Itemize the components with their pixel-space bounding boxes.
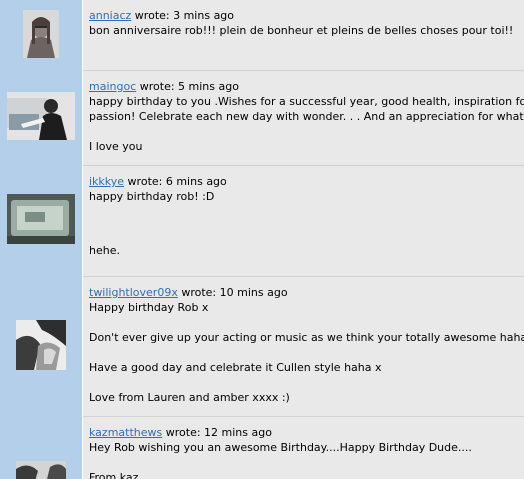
- avatar[interactable]: [7, 194, 75, 244]
- avatar-photo-icon: [16, 461, 66, 479]
- comment-body: ikkkye wrote: 6 mins ago happy birthday …: [83, 166, 524, 277]
- username-link[interactable]: maingoc: [89, 80, 136, 93]
- comment-header: twilightlover09x wrote: 10 mins ago: [89, 286, 524, 300]
- comment-header: maingoc wrote: 5 mins ago: [89, 80, 524, 94]
- comment-item: ikkkye wrote: 6 mins ago happy birthday …: [0, 166, 524, 277]
- comment-spacer: [89, 455, 524, 470]
- comment-spacer: [89, 345, 524, 360]
- comment-text: passion! Celebrate each new day with won…: [89, 110, 524, 123]
- avatar[interactable]: [23, 10, 59, 58]
- comment-spacer: [89, 204, 524, 243]
- comment-text: Have a good day and celebrate it Cullen …: [89, 361, 382, 374]
- comment-header: ikkkye wrote: 6 mins ago: [89, 175, 524, 189]
- avatar-column: [0, 417, 83, 479]
- comment-meta: wrote: 6 mins ago: [124, 175, 227, 188]
- comment-text: I love you: [89, 140, 143, 153]
- avatar-column: [0, 166, 83, 277]
- comment-text: Don't ever give up your acting or music …: [89, 331, 524, 344]
- avatar[interactable]: [7, 92, 75, 140]
- comment-item: twilightlover09x wrote: 10 mins ago Happ…: [0, 277, 524, 417]
- comment-body: anniacz wrote: 3 mins ago bon anniversai…: [83, 0, 524, 71]
- avatar[interactable]: [16, 320, 66, 370]
- comment-body: kazmatthews wrote: 12 mins ago Hey Rob w…: [83, 417, 524, 479]
- avatar-photo-icon: [23, 10, 59, 58]
- comment-text: Hey Rob wishing you an awesome Birthday.…: [89, 441, 472, 454]
- comment-meta: wrote: 12 mins ago: [162, 426, 272, 439]
- username-link[interactable]: anniacz: [89, 9, 131, 22]
- comment-meta: wrote: 10 mins ago: [177, 286, 288, 299]
- comment-text: bon anniversaire rob!!! plein de bonheur…: [89, 24, 514, 37]
- comment-item: anniacz wrote: 3 mins ago bon anniversai…: [0, 0, 524, 71]
- username-link[interactable]: kazmatthews: [89, 426, 162, 439]
- avatar-photo-icon: [16, 320, 66, 370]
- comment-text: happy birthday to you .Wishes for a succ…: [89, 95, 524, 108]
- username-link[interactable]: ikkkye: [89, 175, 124, 188]
- comment-spacer: [89, 315, 524, 330]
- comment-body: maingoc wrote: 5 mins ago happy birthday…: [83, 71, 524, 166]
- avatar-column: [0, 277, 83, 417]
- comment-text: Love from Lauren and amber xxxx :): [89, 391, 290, 404]
- avatar[interactable]: [16, 461, 66, 479]
- comment-text: happy birthday rob! :D: [89, 190, 215, 203]
- avatar-photo-icon: [7, 92, 75, 140]
- comment-feed: anniacz wrote: 3 mins ago bon anniversai…: [0, 0, 524, 479]
- comment-body: twilightlover09x wrote: 10 mins ago Happ…: [83, 277, 524, 417]
- comment-spacer: [89, 375, 524, 390]
- comment-text: hehe.: [89, 244, 120, 257]
- avatar-column: [0, 71, 83, 166]
- avatar-column: [0, 0, 83, 71]
- comment-header: anniacz wrote: 3 mins ago: [89, 9, 524, 23]
- comment-header: kazmatthews wrote: 12 mins ago: [89, 426, 524, 440]
- comment-text: Happy birthday Rob x: [89, 301, 209, 314]
- comment-text: From kaz: [89, 471, 139, 479]
- avatar-photo-icon: [7, 194, 75, 244]
- comment-meta: wrote: 3 mins ago: [131, 9, 235, 22]
- comment-item: maingoc wrote: 5 mins ago happy birthday…: [0, 71, 524, 166]
- username-link[interactable]: twilightlover09x: [89, 286, 178, 299]
- comment-meta: wrote: 5 mins ago: [136, 80, 239, 93]
- comment-item: kazmatthews wrote: 12 mins ago Hey Rob w…: [0, 417, 524, 479]
- comment-spacer: [89, 124, 524, 139]
